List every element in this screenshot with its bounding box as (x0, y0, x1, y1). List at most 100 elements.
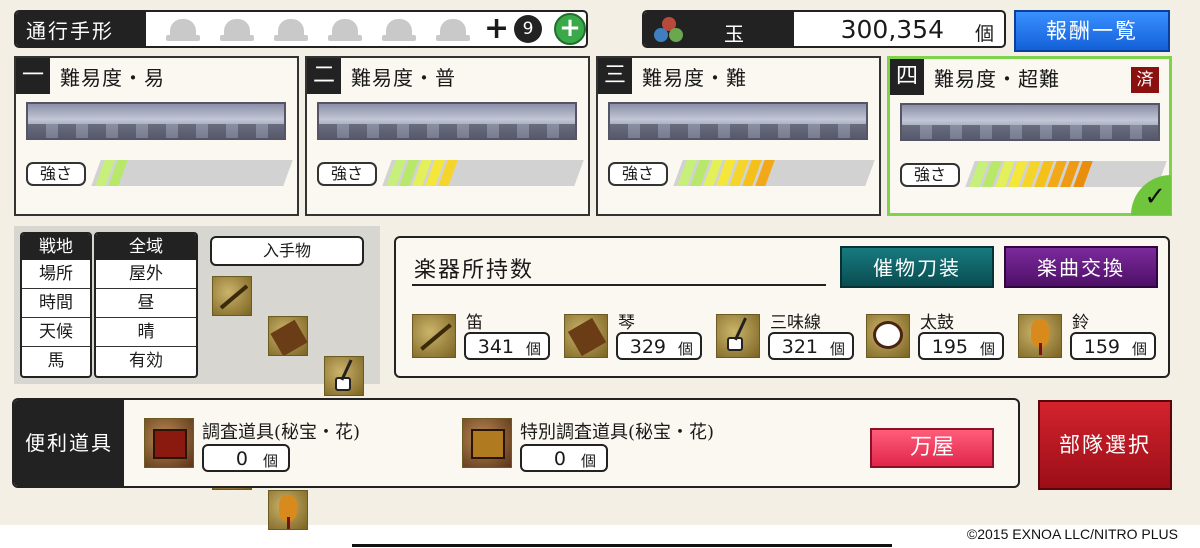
bell-icon[interactable] (268, 490, 308, 530)
difficulty-title: 難易度・易 (60, 65, 165, 90)
instrument-title: 楽器所持数 (414, 258, 535, 283)
special-survey-kit-icon (462, 418, 512, 468)
difficulty-card-very-hard[interactable]: 四難易度・超難 済 強さ ✓ (887, 56, 1172, 216)
flute-icon[interactable] (212, 276, 252, 316)
difficulty-title: 難易度・超難 (934, 66, 1060, 91)
pass-slot-icon (166, 17, 202, 41)
strength-gauge (382, 160, 584, 186)
pass-extra-count: 9 (514, 15, 542, 43)
instrument-name: 琴 (618, 313, 635, 333)
instrument-count: 341 (477, 336, 514, 358)
instrument-count-box: 195 個 (918, 332, 1004, 360)
difficulty-card-hard[interactable]: 三難易度・難 強さ (596, 56, 881, 216)
strength-label: 強さ (317, 162, 377, 186)
difficulty-number: 一 (16, 58, 50, 94)
difficulty-title: 難易度・普 (351, 65, 456, 90)
select-unit-button[interactable]: 部隊選択 (1038, 400, 1172, 490)
koto-icon (564, 314, 608, 358)
condition-key: 馬 (47, 351, 65, 371)
pass-slot-icon (436, 17, 472, 41)
condition-key: 時間 (22, 289, 90, 318)
difficulty-number: 二 (307, 58, 341, 94)
conditions-values: 全域 屋外 昼 晴 有効 (94, 232, 198, 378)
stage-landscape-image (900, 103, 1160, 141)
instrument-unit: 個 (1131, 340, 1147, 358)
pass-slot-icon (382, 17, 418, 41)
strength-gauge (673, 160, 875, 186)
stage-landscape-image (26, 102, 286, 140)
pass-slot-icon (328, 17, 364, 41)
pass-bar: 通行手形 + 9 + (14, 10, 588, 48)
instrument-name: 笛 (466, 313, 483, 333)
instrument-name: 鈴 (1072, 313, 1089, 333)
instrument-count-box: 321 個 (768, 332, 854, 360)
title-underline (412, 284, 826, 286)
tool-name: 特別調査道具(秘宝・花) (520, 422, 715, 443)
reward-list-button[interactable]: 報酬一覧 (1014, 10, 1170, 52)
instrument-unit: 個 (677, 340, 693, 358)
instrument-unit: 個 (979, 340, 995, 358)
shop-button[interactable]: 万屋 (870, 428, 994, 468)
conditions-header-key: 戦地 (22, 234, 90, 260)
instrument-count-box: 341 個 (464, 332, 550, 360)
shamisen-icon[interactable] (324, 356, 364, 396)
koto-icon[interactable] (268, 316, 308, 356)
tool-unit: 個 (580, 452, 596, 470)
stage-landscape-image (317, 102, 577, 140)
stage-landscape-image (608, 102, 868, 140)
gem-label-area: 玉 (644, 12, 794, 46)
acquirable-items-label: 入手物 (210, 236, 364, 266)
difficulty-number: 四 (890, 59, 924, 95)
pass-slot-icon (220, 17, 256, 41)
tool-count-box: 0個 (520, 444, 608, 472)
instrument-item-koto: 琴 329 個 (564, 308, 714, 368)
instrument-count: 195 (931, 336, 968, 358)
survey-kit-icon (144, 418, 194, 468)
instrument-name: 三味線 (770, 313, 821, 333)
difficulty-card-normal[interactable]: 二難易度・普 強さ (305, 56, 590, 216)
tool-count-box: 0個 (202, 444, 290, 472)
pass-plus-sign: + (484, 11, 510, 46)
gem-icon (654, 17, 684, 43)
bell-icon (1018, 314, 1062, 358)
instrument-count-box: 159 個 (1070, 332, 1156, 360)
battle-conditions-panel: 戦地 場所 時間 天候 馬 全域 屋外 昼 晴 有効 入手物 (14, 226, 380, 530)
strength-gauge (965, 161, 1167, 187)
difficulty-number: 三 (598, 58, 632, 94)
bottom-divider (352, 544, 892, 547)
strength-gauge (91, 160, 293, 186)
instrument-count: 329 (629, 336, 666, 358)
instrument-item-bell: 鈴 159 個 (1018, 308, 1168, 368)
condition-key: 天候 (22, 318, 90, 347)
cleared-badge: 済 (1131, 67, 1159, 93)
condition-value: 屋外 (96, 260, 196, 289)
instrument-unit: 個 (525, 340, 541, 358)
instrument-unit: 個 (829, 340, 845, 358)
pass-slots (166, 17, 472, 41)
difficulty-title: 難易度・難 (642, 65, 747, 90)
condition-value: 昼 (96, 289, 196, 318)
strength-label: 強さ (608, 162, 668, 186)
shamisen-icon (716, 314, 760, 358)
gem-unit: 個 (974, 23, 994, 45)
instrument-count: 159 (1083, 336, 1120, 358)
flute-icon (412, 314, 456, 358)
copyright-text: ©2015 EXNOA LLC/NITRO PLUS (966, 526, 1178, 542)
conditions-keys: 戦地 場所 時間 天候 馬 (20, 232, 92, 378)
event-screen: 通行手形 + 9 + 玉 300,354 個 報酬一覧 一難易度・易 強さ 二 … (0, 0, 1200, 530)
condition-value: 有効 (129, 351, 163, 371)
gem-name: 玉 (724, 22, 744, 46)
instrument-inventory-panel: 楽器所持数 催物刀装 楽曲交換 笛 341 個 琴 329 個 三味線 321 個 太… (394, 236, 1170, 378)
song-exchange-button[interactable]: 楽曲交換 (1004, 246, 1158, 288)
plus-circle-icon[interactable]: + (554, 13, 586, 45)
difficulty-card-easy[interactable]: 一難易度・易 強さ (14, 56, 299, 216)
instrument-item-flute: 笛 341 個 (412, 308, 562, 368)
instrument-count: 321 (781, 336, 818, 358)
tool-name: 調査道具(秘宝・花) (202, 422, 361, 443)
tool-count: 0 (553, 448, 566, 470)
conditions-header-value: 全域 (96, 234, 196, 260)
condition-key: 場所 (22, 260, 90, 289)
convenience-tools-panel: 便利道具 調査道具(秘宝・花) 0個 特別調査道具(秘宝・花) 0個 万屋 (12, 398, 1020, 488)
instrument-item-taiko: 太鼓 195 個 (866, 308, 1016, 368)
event-tosou-button[interactable]: 催物刀装 (840, 246, 994, 288)
